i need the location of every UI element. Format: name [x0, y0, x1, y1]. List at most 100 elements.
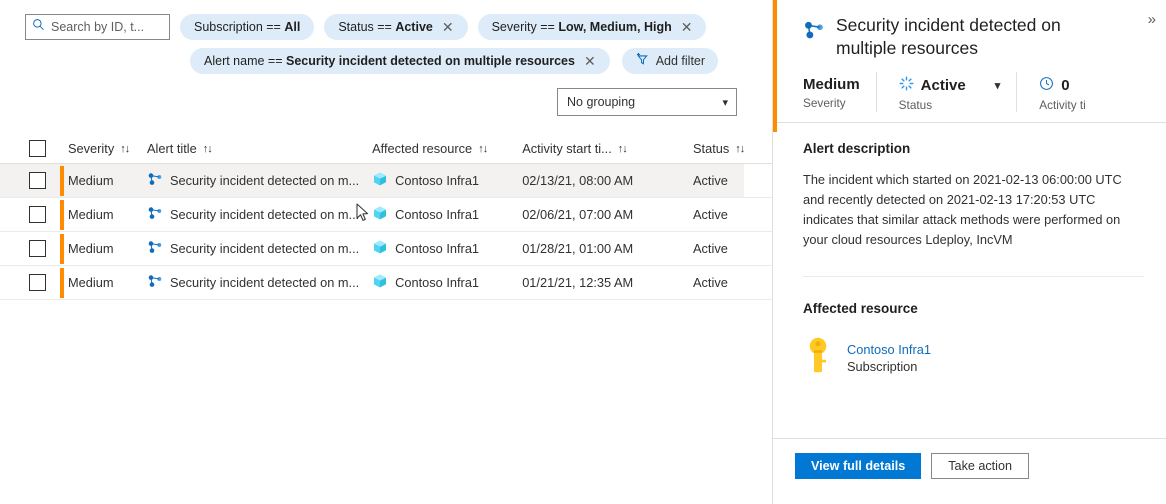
key-icon: [803, 336, 833, 379]
affected-resource-text: Contoso Infra1 Subscription: [847, 342, 931, 374]
cell-affected-resource-text: Contoso Infra1: [395, 275, 479, 290]
cell-affected-resource: Contoso Infra1: [372, 239, 522, 258]
filter-chip-subscription[interactable]: Subscription == All: [180, 14, 314, 40]
stat-status-value: Active: [921, 77, 966, 94]
security-alerts-page: Search by ID, t... Subscription == All S…: [0, 0, 1166, 504]
cell-activity-start-time: 02/06/21, 07:00 AM: [522, 207, 693, 222]
select-all-checkbox[interactable]: [29, 140, 46, 157]
affected-resource-link[interactable]: Contoso Infra1: [847, 342, 931, 357]
cell-status: Active: [693, 275, 772, 290]
sort-icon: ↑↓: [478, 143, 487, 155]
column-header-severity-label: Severity: [68, 141, 114, 156]
close-icon[interactable]: ✕: [582, 54, 596, 68]
table-row[interactable]: Medium Security incident detected on m..…: [0, 164, 772, 198]
filter-chip-subscription-key: Subscription ==: [194, 20, 281, 34]
column-header-status[interactable]: Status ↑↓: [693, 141, 772, 156]
incident-icon: [147, 171, 163, 190]
grouping-select[interactable]: No grouping ▾: [557, 88, 737, 116]
severity-indicator-bar: [60, 200, 64, 230]
row-checkbox[interactable]: [29, 240, 46, 257]
alert-detail-panel: Security incident detected on multiple r…: [772, 0, 1166, 504]
panel-footer: View full details Take action: [773, 438, 1166, 504]
row-checkbox[interactable]: [29, 274, 46, 291]
alert-description-text: The incident which started on 2021-02-13…: [803, 170, 1144, 250]
cell-affected-resource-text: Contoso Infra1: [395, 173, 479, 188]
table-header-row: Severity ↑↓ Alert title ↑↓ Affected reso…: [0, 134, 772, 164]
search-placeholder: Search by ID, t...: [51, 20, 144, 34]
incident-icon: [147, 205, 163, 224]
close-icon[interactable]: ✕: [440, 20, 454, 34]
stat-status-label: Status: [899, 98, 1001, 112]
column-header-severity[interactable]: Severity ↑↓: [46, 141, 147, 156]
sort-icon: ↑↓: [735, 143, 744, 155]
table-row[interactable]: Medium Security incident detected on m..…: [0, 198, 772, 232]
resource-cube-icon: [372, 205, 388, 224]
cell-affected-resource: Contoso Infra1: [372, 205, 522, 224]
column-header-activity-start-time-label: Activity start ti...: [522, 141, 612, 156]
alerts-list-pane: Search by ID, t... Subscription == All S…: [0, 0, 772, 504]
severity-indicator-bar: [60, 166, 64, 196]
chevron-down-icon[interactable]: ▾: [995, 79, 1001, 92]
stat-activity-time-label: Activity ti: [1039, 98, 1086, 112]
column-header-alert-title-label: Alert title: [147, 141, 197, 156]
severity-indicator-bar: [60, 234, 64, 264]
table-row[interactable]: Medium Security incident detected on m..…: [0, 266, 772, 300]
stat-severity: Medium Severity: [773, 72, 876, 112]
stat-activity-time: 0 Activity ti: [1016, 72, 1102, 112]
sort-icon: ↑↓: [618, 143, 627, 155]
table-row[interactable]: Medium Security incident detected on m..…: [0, 232, 772, 266]
incident-icon: [147, 239, 163, 258]
cell-affected-resource-text: Contoso Infra1: [395, 207, 479, 222]
cell-alert-title: Security incident detected on m...: [147, 171, 372, 190]
close-icon[interactable]: ✕: [679, 20, 693, 34]
grouping-value: No grouping: [567, 95, 635, 109]
filter-chip-alert-name-key: Alert name ==: [204, 54, 283, 68]
column-header-activity-start-time[interactable]: Activity start ti... ↑↓: [522, 141, 693, 156]
row-checkbox[interactable]: [29, 206, 46, 223]
filter-chip-severity-value: Low, Medium, High: [558, 20, 671, 34]
filter-chip-severity[interactable]: Severity == Low, Medium, High ✕: [478, 14, 707, 40]
column-header-alert-title[interactable]: Alert title ↑↓: [147, 141, 372, 156]
sort-icon: ↑↓: [203, 143, 212, 155]
column-header-affected-resource-label: Affected resource: [372, 141, 472, 156]
filter-chip-alert-name-value: Security incident detected on multiple r…: [286, 54, 575, 68]
view-full-details-button[interactable]: View full details: [795, 453, 921, 479]
sort-icon: ↑↓: [120, 143, 129, 155]
take-action-button[interactable]: Take action: [931, 453, 1029, 479]
column-header-status-label: Status: [693, 141, 729, 156]
cell-alert-title: Security incident detected on m...: [147, 205, 372, 224]
collapse-panel-icon[interactable]: »: [1148, 12, 1156, 27]
severity-indicator-bar: [60, 268, 64, 298]
filter-row-primary: Search by ID, t... Subscription == All S…: [0, 14, 772, 40]
column-header-affected-resource[interactable]: Affected resource ↑↓: [372, 141, 522, 156]
search-icon: [32, 18, 45, 36]
stat-status: Active ▾ Status: [876, 72, 1017, 112]
status-active-icon: [899, 76, 914, 95]
resource-cube-icon: [372, 239, 388, 258]
resource-cube-icon: [372, 273, 388, 292]
cell-alert-title: Security incident detected on m...: [147, 273, 372, 292]
cell-alert-title-text: Security incident detected on m...: [170, 241, 359, 256]
filter-chip-alert-name[interactable]: Alert name == Security incident detected…: [190, 48, 610, 74]
filter-toolbar: Search by ID, t... Subscription == All S…: [0, 0, 772, 116]
filter-chip-status-key: Status ==: [338, 20, 392, 34]
filter-chip-status[interactable]: Status == Active ✕: [324, 14, 467, 40]
clock-icon: [1039, 76, 1054, 95]
filter-chip-subscription-value: All: [284, 20, 300, 34]
panel-body: Alert description The incident which sta…: [773, 123, 1166, 438]
search-input[interactable]: Search by ID, t...: [25, 14, 170, 40]
divider: [803, 276, 1144, 277]
add-filter-label: Add filter: [656, 54, 705, 68]
filter-chip-severity-key: Severity ==: [492, 20, 555, 34]
affected-resource-item[interactable]: Contoso Infra1 Subscription: [803, 336, 1144, 379]
panel-stats: Medium Severity Active ▾ Status: [773, 72, 1166, 123]
alerts-table: Severity ↑↓ Alert title ↑↓ Affected reso…: [0, 134, 772, 300]
row-checkbox[interactable]: [29, 172, 46, 189]
cell-activity-start-time: 01/21/21, 12:35 AM: [522, 275, 693, 290]
incident-icon: [147, 273, 163, 292]
cell-status: Active: [693, 207, 772, 222]
stat-severity-label: Severity: [803, 96, 860, 110]
cell-affected-resource: Contoso Infra1: [372, 273, 522, 292]
add-filter-button[interactable]: Add filter: [622, 48, 718, 74]
filter-chip-status-value: Active: [395, 20, 433, 34]
